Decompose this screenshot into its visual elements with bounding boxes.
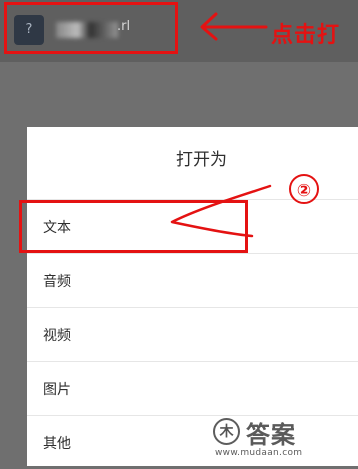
menu-item-audio[interactable]: 音频 [27,253,358,307]
highlight-box-file [4,2,178,54]
curved-arrow-icon [170,184,272,238]
menu-item-label: 其他 [43,436,71,452]
menu-item-video[interactable]: 视频 [27,307,358,361]
step-number-badge: ② [289,174,319,204]
left-arrow-icon [200,12,268,41]
click-annotation-label: 点击打 [271,23,341,48]
menu-item-label: 音频 [43,274,71,290]
watermark-logo: 木 [213,418,240,445]
watermark-url: www.mudaan.com [215,448,303,458]
menu-item-label: 视频 [43,328,71,344]
dialog-title: 打开为 [176,150,227,170]
watermark: 木 答案 www.mudaan.com [213,418,329,462]
menu-item-label: 图片 [43,382,71,398]
menu-item-image[interactable]: 图片 [27,361,358,415]
watermark-title: 答案 [246,421,296,449]
